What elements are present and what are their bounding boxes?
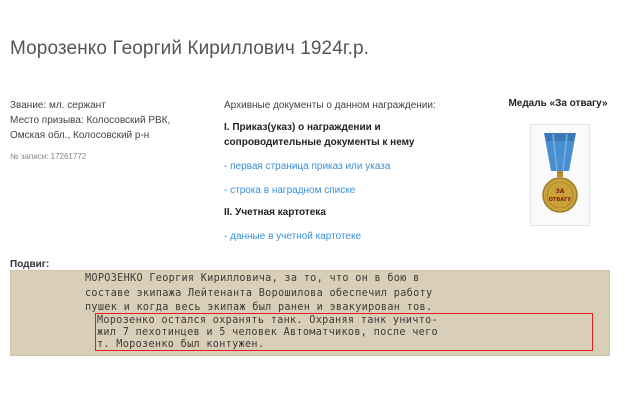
feat-label: Подвиг: <box>10 259 50 270</box>
section-card-index: II. Учетная картотека <box>224 207 326 218</box>
medal-image[interactable]: ЗА ОТВАГУ <box>530 124 590 226</box>
medal-inscription-top: ЗА <box>556 188 565 195</box>
link-card-index-data[interactable]: - данные в учетной картотеке <box>224 229 454 244</box>
draft-place-line1: Место призыва: Колосовский РВК, <box>10 115 171 126</box>
feat-line: пушек и когда весь экипаж был ранен и эв… <box>85 302 433 313</box>
medal-inscription-bottom: ОТВАГУ <box>549 197 572 203</box>
record-number: № записи: 17261772 <box>10 152 87 161</box>
feat-document-scan: МОРОЗЕНКО Георгия Кирилловича, за то, чт… <box>10 270 610 356</box>
section-order-line1: I. Приказ(указ) о награждении и <box>224 122 381 133</box>
section-order: I. Приказ(указ) о награждении и сопровод… <box>224 120 454 150</box>
person-info: Звание: мл. сержант Место призыва: Колос… <box>10 98 170 164</box>
link-order-first-page[interactable]: - первая страница приказ или указа <box>224 159 454 174</box>
medal-icon: ЗА ОТВАГУ <box>542 133 578 213</box>
section-order-line2: сопроводительные документы к нему <box>224 137 415 148</box>
archive-heading: Архивные документы о данном награждении: <box>224 100 436 111</box>
draft-place-line2: Омская обл., Колосовский р-н <box>10 130 150 141</box>
feat-line: составе экипажа Лейтенанта Ворошилова об… <box>85 288 433 299</box>
medal-title: Медаль «За отвагу» <box>508 98 608 109</box>
highlight-box <box>95 313 593 351</box>
link-award-list-line[interactable]: - строка в наградном списке <box>224 183 454 198</box>
archive-docs: Архивные документы о данном награждении:… <box>224 98 454 244</box>
page-title: Морозенко Георгий Кириллович 1924г.р. <box>10 38 370 59</box>
feat-line: МОРОЗЕНКО Георгия Кирилловича, за то, чт… <box>85 273 420 284</box>
rank-text: Звание: мл. сержант <box>10 100 106 111</box>
